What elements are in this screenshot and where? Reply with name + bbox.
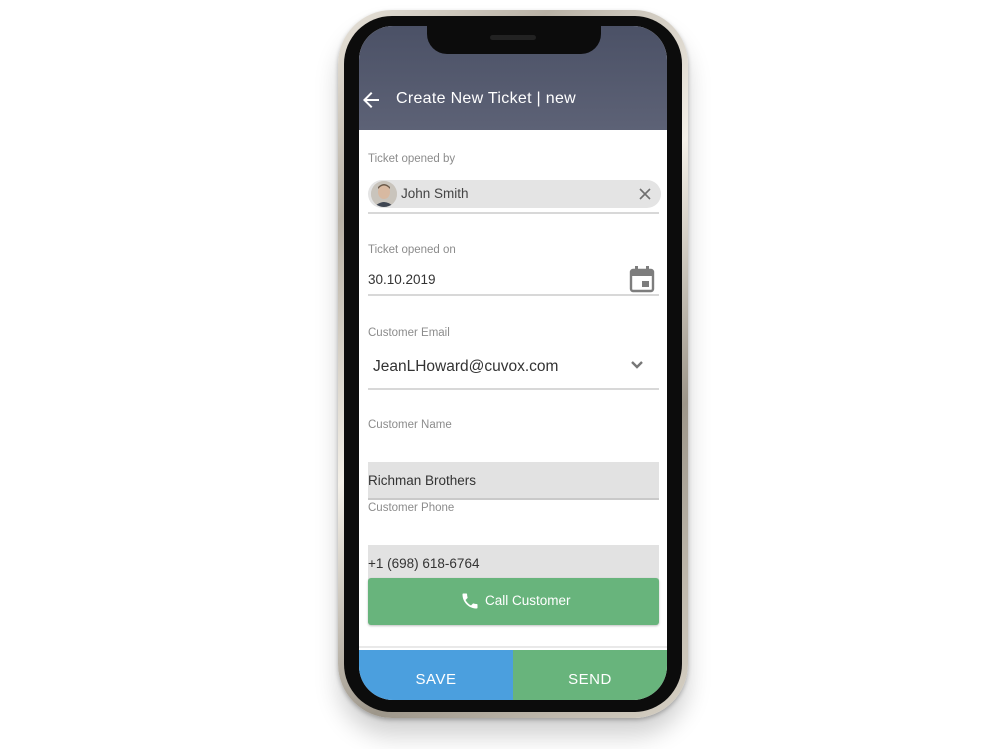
send-label: SEND [568,671,612,688]
call-customer-label: Call Customer [485,593,571,608]
arrow-left-icon[interactable] [359,88,383,112]
call-customer-button[interactable]: Call Customer [368,578,659,625]
phone-screen: Create New Ticket | new Ticket opened by… [359,26,667,700]
bottom-action-bar: SAVE SEND [359,650,667,700]
stage: Create New Ticket | new Ticket opened by… [0,0,998,749]
page-title: Create New Ticket | new [396,90,577,107]
save-label: SAVE [415,671,457,688]
customer-name-label: Customer Name [368,419,452,431]
opened-on-field[interactable]: 30.10.2019 [368,272,436,287]
phone-notch [427,26,601,54]
phone-icon [462,593,478,609]
close-icon[interactable] [638,187,652,201]
opened-on-underline [368,294,659,296]
customer-name-value: Richman Brothers [368,473,477,488]
customer-email-select[interactable]: JeanLHoward@cuvox.com [373,358,558,376]
form-divider [359,646,667,648]
customer-name-field[interactable]: Richman Brothers [368,462,659,500]
notch-speaker [490,35,536,40]
calendar-icon[interactable] [629,265,655,293]
ticket-form: Ticket opened by John Smith Ticket opene… [359,130,667,650]
send-button[interactable]: SEND [513,650,667,700]
opened-by-label: Ticket opened by [368,153,456,165]
opened-by-chip[interactable]: John Smith [368,180,661,208]
save-button[interactable]: SAVE [359,650,513,700]
opened-by-underline [368,212,659,214]
avatar-portrait [371,181,397,207]
opened-on-label: Ticket opened on [368,244,456,256]
customer-email-underline [368,388,659,390]
opened-by-value: John Smith [401,186,469,201]
avatar [371,181,397,207]
customer-phone-label: Customer Phone [368,502,455,514]
customer-phone-value: +1 (698) 618-6764 [368,556,480,571]
phone-frame: Create New Ticket | new Ticket opened by… [338,10,688,718]
customer-email-label: Customer Email [368,327,450,339]
chevron-down-icon[interactable] [630,360,644,370]
